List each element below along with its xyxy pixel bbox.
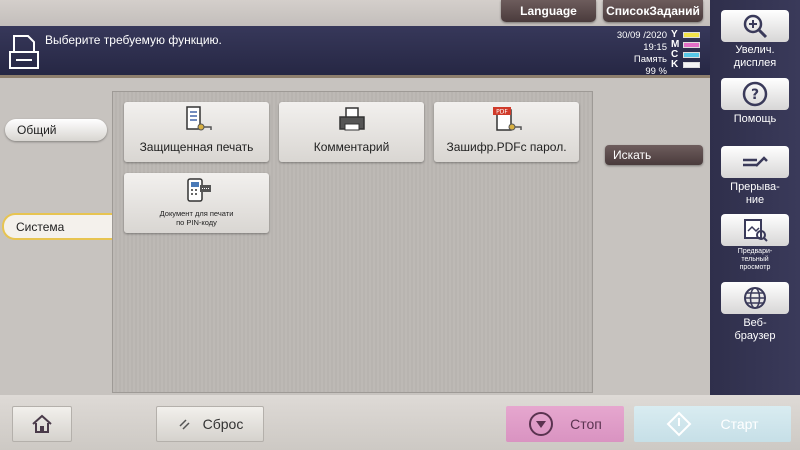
printer-box-icon <box>9 35 39 69</box>
header-message: Выберите требуемую функцию. <box>45 33 222 47</box>
interrupt-icon <box>743 156 768 167</box>
toner-bar <box>683 52 700 58</box>
reset-label: Сброс <box>202 416 244 432</box>
web-browser-label: Веб- браузер <box>734 317 776 342</box>
status-block: 30/09 /2020 19:15 Память 99 % <box>617 30 667 78</box>
tab-general[interactable]: Общий <box>5 119 107 141</box>
encrypted-pdf-label: Зашифр.PDFс парол. <box>446 140 567 154</box>
printer-icon <box>338 107 365 131</box>
svg-text:?: ? <box>751 87 759 103</box>
date-text: 30/09 /2020 <box>616 30 667 41</box>
start-label: Старт <box>720 416 759 432</box>
preview-button[interactable] <box>721 214 789 246</box>
right-sidebar: Увелич. дисплея ? Помощь Прерыва- ние Пр… <box>710 0 800 395</box>
reset-icon <box>179 419 190 430</box>
stop-label: Стоп <box>570 416 602 432</box>
zoom-in-icon <box>743 14 768 39</box>
home-button[interactable] <box>12 406 72 442</box>
web-browser-button[interactable] <box>721 282 789 314</box>
toner-row: K <box>671 60 705 70</box>
zoom-display-label: Увелич. дисплея <box>733 44 777 69</box>
search-button[interactable]: Искать <box>605 145 703 165</box>
toner-bar <box>683 42 700 48</box>
comment-label: Комментарий <box>313 140 390 154</box>
toner-bar <box>683 32 700 38</box>
interrupt-label: Прерыва- ние <box>730 181 780 206</box>
secure-print-label: Защищенная печать <box>139 140 254 154</box>
stop-icon <box>529 412 554 436</box>
language-button[interactable]: Language <box>501 0 596 22</box>
pin-keypad-icon <box>186 178 211 202</box>
start-button[interactable]: Старт <box>634 406 791 442</box>
zoom-display-button[interactable] <box>721 10 789 42</box>
encrypted-pdf-button[interactable]: PDF Зашифр.PDFс парол. <box>434 102 579 162</box>
time-text: 19:15 <box>643 42 667 53</box>
globe-icon <box>744 287 766 309</box>
header-bar: Выберите требуемую функцию. 30/09 /2020 … <box>0 26 710 78</box>
home-icon <box>32 414 52 433</box>
job-list-button[interactable]: СписокЗаданий <box>603 0 703 22</box>
memory-percent: 99 % <box>645 66 667 77</box>
secure-document-key-icon <box>185 106 212 131</box>
bottom-bar: Сброс Стоп Старт <box>0 395 800 450</box>
reset-button[interactable]: Сброс <box>156 406 264 442</box>
preview-icon <box>744 219 768 242</box>
comment-button[interactable]: Комментарий <box>279 102 424 162</box>
help-label: Помощь <box>733 113 777 125</box>
svg-text:PDF: PDF <box>496 109 508 116</box>
start-icon <box>667 411 692 437</box>
help-button[interactable]: ? <box>721 78 789 110</box>
toner-levels: Y M C K <box>671 30 705 70</box>
interrupt-button[interactable] <box>721 146 789 178</box>
pin-print-button[interactable]: Документ для печати по PIN-коду <box>124 173 269 233</box>
tab-system[interactable]: Система <box>2 213 114 240</box>
secure-print-button[interactable]: Защищенная печать <box>124 102 269 162</box>
help-icon: ? <box>742 81 768 107</box>
toner-bar <box>683 62 700 68</box>
preview-label: Предвари- тельный просмотр <box>737 248 773 271</box>
function-panel: Защищенная печать Комментарий PDF Зашифр… <box>112 91 593 393</box>
toner-label: K <box>671 59 679 70</box>
pdf-key-icon: PDF <box>492 107 522 131</box>
memory-label: Память <box>633 54 667 65</box>
stop-button[interactable]: Стоп <box>506 406 624 442</box>
pin-print-label: Документ для печати по PIN-коду <box>159 209 234 227</box>
